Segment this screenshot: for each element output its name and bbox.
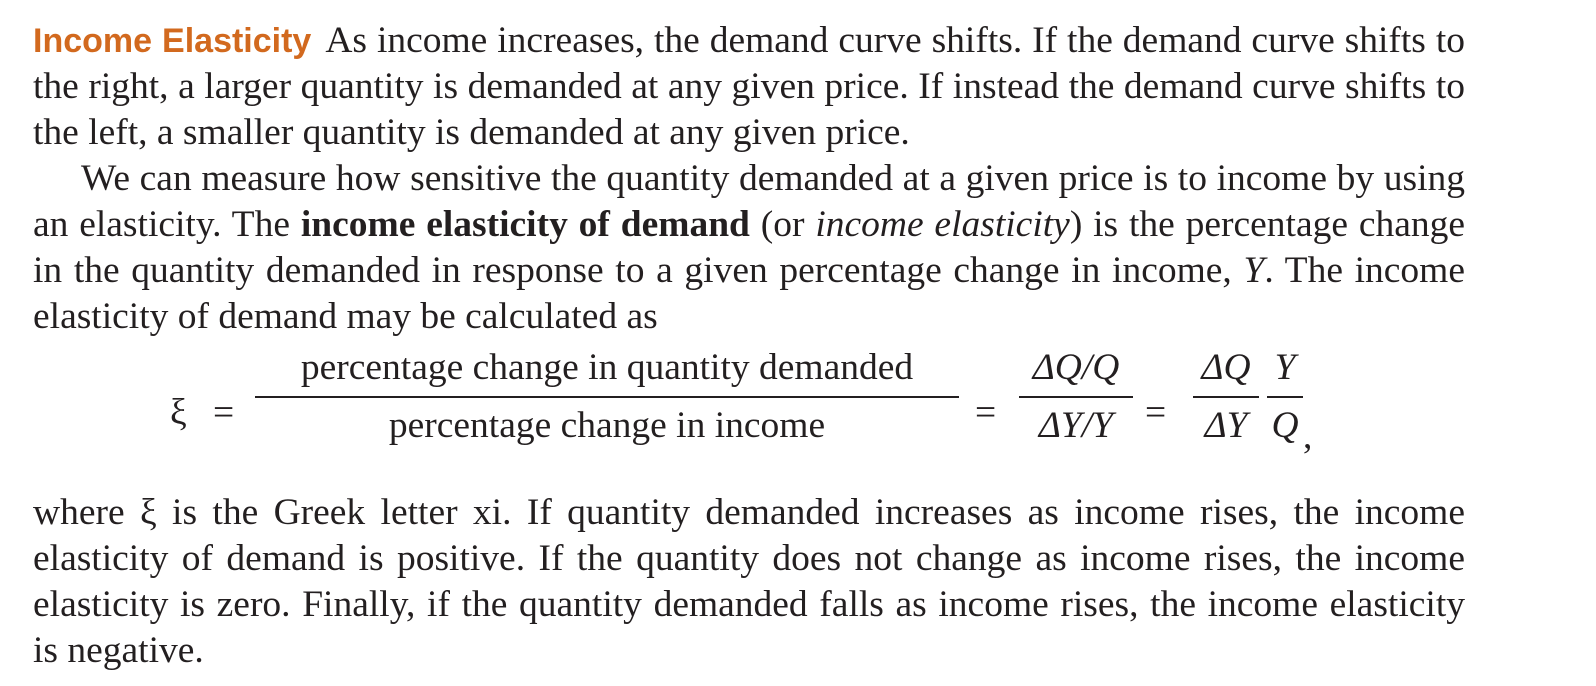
fraction-bar: [1193, 396, 1259, 398]
key-term-italic: income elasticity: [815, 204, 1070, 245]
definition-text-2: (or: [749, 204, 816, 245]
fraction-numerator: ΔQ: [1201, 347, 1251, 388]
income-elasticity-equation: ξ = percentage change in quantity demand…: [33, 340, 1465, 490]
trailing-comma: ,: [1303, 416, 1313, 457]
fraction-percentage: percentage change in quantity demanded p…: [255, 346, 959, 448]
fraction-bar: [255, 396, 959, 398]
fraction-bar: [1019, 396, 1133, 398]
fraction-numerator: ΔQ/Q: [1032, 347, 1120, 388]
fraction-denominator: ΔY/Y: [1038, 405, 1114, 446]
variable-y: Y: [1243, 250, 1265, 291]
fraction-numerator: Y: [1274, 347, 1296, 388]
paragraph-definition: We can measure how sensitive the quantit…: [33, 156, 1465, 340]
fraction-delta-ratio: ΔQ/Q ΔY/Y: [1019, 346, 1133, 448]
key-term: income elasticity of demand: [300, 204, 750, 245]
paragraph-interpretation: where ξ is the Greek letter xi. If quant…: [33, 492, 1465, 671]
fraction-bar: [1267, 396, 1303, 398]
fraction-y-over-q: Y Q: [1267, 346, 1303, 448]
fraction-denominator: ΔY: [1204, 405, 1248, 446]
fraction-numerator: percentage change in quantity demanded: [300, 347, 914, 388]
section-heading: Income Elasticity: [33, 22, 312, 60]
textbook-page: Income Elasticity As income increases, th…: [33, 18, 1465, 674]
equals-sign-1: =: [213, 392, 235, 433]
fraction-denominator: percentage change in income: [388, 405, 826, 446]
fraction-denominator: Q: [1271, 405, 1299, 446]
xi-symbol: ξ: [170, 392, 187, 433]
paragraph-income-elasticity-intro: Income Elasticity As income increases, th…: [33, 18, 1465, 156]
equals-sign-3: =: [1145, 392, 1167, 433]
fraction-delta: ΔQ ΔY: [1193, 346, 1259, 448]
equals-sign-2: =: [975, 392, 997, 433]
